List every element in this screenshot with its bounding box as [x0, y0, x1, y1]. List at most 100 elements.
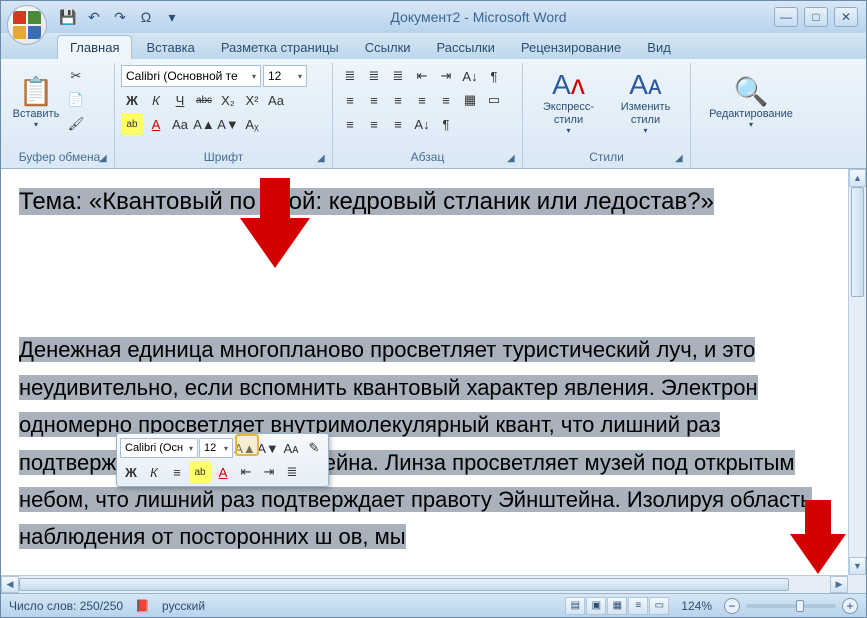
bullets-button[interactable]: ≣	[339, 65, 361, 87]
tab-insert[interactable]: Вставка	[134, 36, 206, 59]
borders-button[interactable]: ▭	[483, 89, 505, 111]
mini-bullets-button[interactable]: ≣	[281, 461, 303, 483]
styles-dialog-launcher[interactable]: ◢	[675, 153, 688, 166]
outline-view-button[interactable]: ≡	[628, 597, 648, 615]
increase-indent-button[interactable]: ⇥	[435, 65, 457, 87]
quick-styles-button[interactable]: Aʌ Экспресс-стили ▾	[532, 65, 606, 139]
draft-view-button[interactable]: ▭	[649, 597, 669, 615]
symbol-button[interactable]: Ω	[135, 6, 157, 28]
tab-references[interactable]: Ссылки	[353, 36, 423, 59]
align-center-button-2[interactable]: ≡	[363, 113, 385, 135]
decrease-indent-button[interactable]: ⇤	[411, 65, 433, 87]
font-dialog-launcher[interactable]: ◢	[317, 153, 330, 166]
undo-button[interactable]: ↶	[83, 6, 105, 28]
zoom-track[interactable]	[746, 604, 836, 608]
tab-layout[interactable]: Разметка страницы	[209, 36, 351, 59]
language-indicator[interactable]: русский	[162, 599, 205, 613]
word-count[interactable]: Число слов: 250/250	[9, 599, 123, 613]
office-button[interactable]	[7, 5, 47, 45]
qat-dropdown[interactable]: ▾	[161, 6, 183, 28]
mini-center-button[interactable]: ≡	[166, 461, 188, 483]
redo-button[interactable]: ↷	[109, 6, 131, 28]
tab-view[interactable]: Вид	[635, 36, 683, 59]
tab-home[interactable]: Главная	[57, 35, 132, 59]
spellcheck-icon[interactable]: 📕	[135, 599, 150, 613]
mini-dedent-button[interactable]: ⇤	[235, 461, 257, 483]
marks-button-2[interactable]: ¶	[435, 113, 457, 135]
numbering-button[interactable]: ≣	[363, 65, 385, 87]
minimize-button[interactable]: —	[774, 7, 798, 27]
zoom-value[interactable]: 124%	[681, 599, 712, 613]
editing-button[interactable]: 🔍 Редактирование ▾	[701, 65, 801, 139]
align-center-button[interactable]: ≡	[363, 89, 385, 111]
mini-indent-button[interactable]: ⇥	[258, 461, 280, 483]
mini-format-painter-button[interactable]: ✎	[303, 437, 325, 459]
vertical-scrollbar[interactable]: ▲ ▼	[848, 169, 866, 575]
web-layout-view-button[interactable]: ▦	[607, 597, 627, 615]
mini-italic-button[interactable]: К	[143, 461, 165, 483]
underline-button[interactable]: Ч	[169, 89, 191, 111]
tab-mailings[interactable]: Рассылки	[425, 36, 507, 59]
subscript-button[interactable]: X₂	[217, 89, 239, 111]
close-button[interactable]: ✕	[834, 7, 858, 27]
scroll-down-button[interactable]: ▼	[849, 557, 866, 575]
vscroll-track[interactable]	[849, 187, 866, 557]
align-left-button[interactable]: ≡	[339, 89, 361, 111]
mini-grow-font-button[interactable]: A▲	[234, 437, 256, 459]
cut-button[interactable]: ✂	[65, 65, 87, 87]
maximize-button[interactable]: □	[804, 7, 828, 27]
print-layout-view-button[interactable]: ▤	[565, 597, 585, 615]
line-spacing-button[interactable]: ≡	[435, 89, 457, 111]
italic-button[interactable]: К	[145, 89, 167, 111]
scroll-left-button[interactable]: ◀	[1, 576, 19, 593]
paste-button[interactable]: 📋 Вставить ▾	[11, 65, 61, 139]
sort-button[interactable]: A↓	[459, 65, 481, 87]
shading-button[interactable]: ▦	[459, 89, 481, 111]
full-screen-view-button[interactable]: ▣	[586, 597, 606, 615]
mini-size-select[interactable]: 12▾	[199, 438, 233, 458]
zoom-in-button[interactable]: +	[842, 598, 858, 614]
mini-font-select[interactable]: Calibri (Осн▾	[120, 438, 198, 458]
multilevel-button[interactable]: ≣	[387, 65, 409, 87]
hscroll-thumb[interactable]	[19, 578, 789, 591]
font-size-select[interactable]: 12▾	[263, 65, 307, 87]
bold-button[interactable]: Ж	[121, 89, 143, 111]
mini-bold-button[interactable]: Ж	[120, 461, 142, 483]
zoom-out-button[interactable]: −	[724, 598, 740, 614]
document-heading[interactable]: Тема: «Квантовый по слой: кедровый стлан…	[19, 188, 714, 215]
zoom-thumb[interactable]	[796, 600, 804, 612]
mini-font-color-button[interactable]: A	[212, 461, 234, 483]
highlight-button[interactable]: ab	[121, 113, 143, 135]
superscript-button[interactable]: X²	[241, 89, 263, 111]
clipboard-dialog-launcher[interactable]: ◢	[99, 153, 112, 166]
scroll-up-button[interactable]: ▲	[849, 169, 866, 187]
align-justify-button[interactable]: ≡	[411, 89, 433, 111]
horizontal-scrollbar[interactable]: ◀ ▶	[1, 575, 848, 593]
tab-review[interactable]: Рецензирование	[509, 36, 633, 59]
paragraph-dialog-launcher[interactable]: ◢	[507, 153, 520, 166]
change-case-button[interactable]: Aa	[265, 89, 287, 111]
format-painter-button[interactable]: 🖌	[65, 113, 87, 135]
mini-shrink-font-button[interactable]: A▼	[257, 437, 279, 459]
font-name-select[interactable]: Calibri (Основной те▾	[121, 65, 261, 87]
align-right-button[interactable]: ≡	[387, 89, 409, 111]
sort-button-2[interactable]: A↓	[411, 113, 433, 135]
align-right-button-2[interactable]: ≡	[387, 113, 409, 135]
show-marks-button[interactable]: ¶	[483, 65, 505, 87]
document-content[interactable]: Тема: «Квантовый по слой: кедровый стлан…	[1, 169, 848, 570]
change-case-button-2[interactable]: Aa	[169, 113, 191, 135]
clear-format-button[interactable]: Aᵪ	[241, 113, 263, 135]
vscroll-thumb[interactable]	[851, 187, 864, 297]
mini-styles-button[interactable]: Aᴀ	[280, 437, 302, 459]
change-styles-button[interactable]: Aᴀ Изменить стили ▾	[610, 65, 682, 139]
hscroll-track[interactable]	[19, 576, 830, 593]
align-left-button-2[interactable]: ≡	[339, 113, 361, 135]
font-color-button[interactable]: A	[145, 113, 167, 135]
copy-button[interactable]: 📄	[65, 89, 87, 111]
save-button[interactable]: 💾	[57, 6, 79, 28]
strike-button[interactable]: abc	[193, 89, 215, 111]
scroll-right-button[interactable]: ▶	[830, 576, 848, 593]
mini-highlight-button[interactable]: ab	[189, 461, 211, 483]
document-viewport[interactable]: Тема: «Квантовый по слой: кедровый стлан…	[1, 169, 848, 575]
grow-font-button[interactable]: A▲	[193, 113, 215, 135]
